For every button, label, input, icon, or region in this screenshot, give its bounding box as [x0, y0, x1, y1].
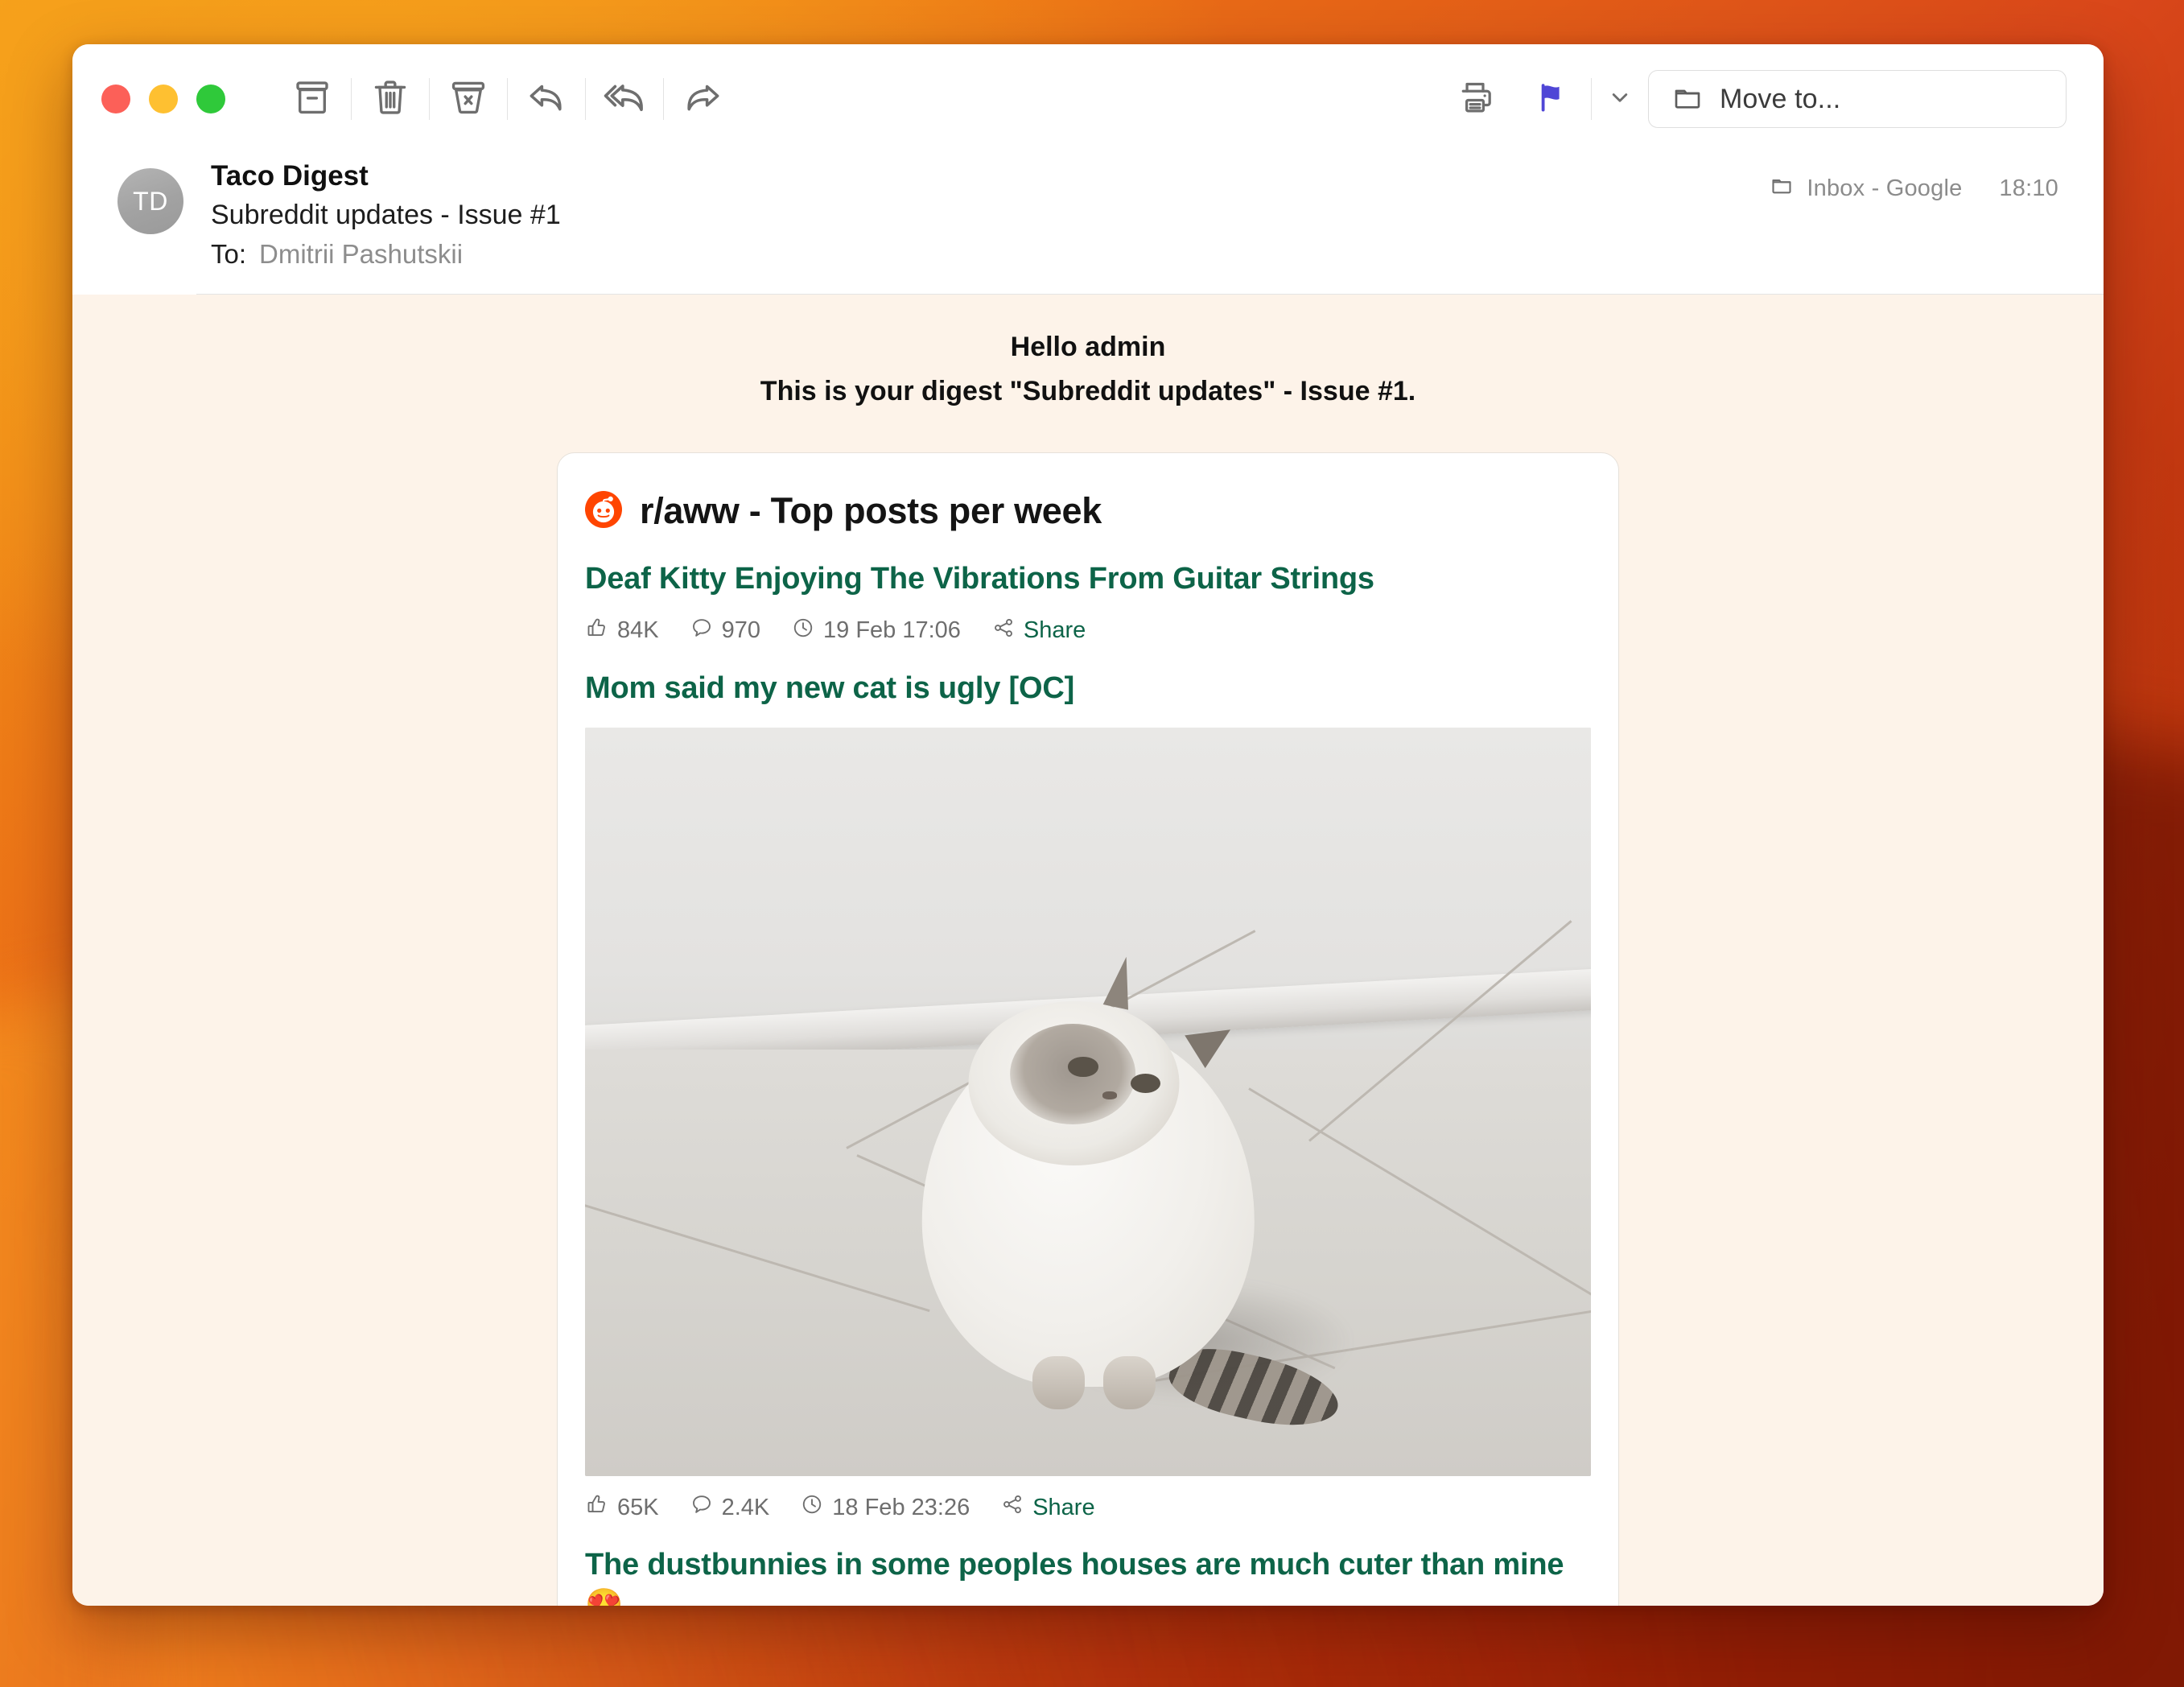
- comments-count: 970: [721, 617, 760, 644]
- mail-window: Move to... TD Taco Digest Subreddit upda…: [72, 44, 2104, 1606]
- comments-count: 2.4K: [721, 1494, 770, 1520]
- folder-icon: [1671, 81, 1704, 118]
- flag-icon: [1533, 78, 1572, 121]
- reply-all-button[interactable]: [586, 60, 663, 138]
- clock-icon: [791, 616, 815, 646]
- clock-icon: [800, 1492, 824, 1523]
- upvotes-count: 84K: [617, 617, 659, 644]
- message-subject: Subreddit updates - Issue #1: [211, 199, 561, 230]
- close-button[interactable]: [101, 85, 130, 113]
- archive-button[interactable]: [274, 60, 351, 138]
- window-toolbar: Move to...: [72, 44, 2104, 154]
- minimize-button[interactable]: [149, 85, 178, 113]
- date-meta: 19 Feb 17:06: [791, 616, 961, 646]
- archive-icon: [291, 76, 334, 123]
- digest-intro-text: This is your digest "Subreddit updates" …: [760, 376, 1416, 407]
- recipient-row: To: Dmitrii Pashutskii: [211, 239, 561, 270]
- cat-paw: [1102, 1356, 1156, 1409]
- move-to-label: Move to...: [1720, 83, 1841, 114]
- digest-card: r/aww - Top posts per week Deaf Kitty En…: [557, 452, 1619, 1606]
- share-icon: [1000, 1492, 1024, 1523]
- date-meta: 18 Feb 23:26: [800, 1492, 970, 1523]
- post-title-link[interactable]: Mom said my new cat is ugly [OC]: [585, 669, 1591, 708]
- greeting-block: Hello admin This is your digest "Subredd…: [72, 327, 2104, 412]
- cat-eye: [1130, 1073, 1160, 1094]
- cat-photo-illustration: [585, 728, 1591, 1477]
- upvotes-count: 65K: [617, 1494, 659, 1520]
- delete-button[interactable]: [352, 60, 429, 138]
- email-body: Hello admin This is your digest "Subredd…: [72, 295, 2104, 1606]
- mailbox-folder-icon: [1770, 173, 1794, 204]
- recipient-label: To:: [211, 238, 247, 269]
- message-time: 18:10: [1999, 175, 2058, 201]
- subreddit-title: r/aww - Top posts per week: [640, 490, 1102, 532]
- flag-menu-button[interactable]: [1592, 67, 1648, 131]
- comment-icon: [690, 616, 714, 646]
- move-to-button[interactable]: Move to...: [1648, 70, 2067, 128]
- junk-icon: [447, 76, 490, 123]
- reply-button[interactable]: [508, 60, 585, 138]
- mailbox-meta: Inbox - Google 18:10: [1770, 173, 2058, 204]
- sender-name: Taco Digest: [211, 160, 369, 192]
- post-item: Deaf Kitty Enjoying The Vibrations From …: [585, 537, 1591, 646]
- subreddit-heading: r/aww - Top posts per week: [585, 490, 1591, 537]
- post-image[interactable]: [585, 728, 1591, 1477]
- share-label[interactable]: Share: [1032, 1495, 1094, 1521]
- post-date: 18 Feb 23:26: [832, 1494, 970, 1520]
- greeting-text: Hello admin: [1010, 332, 1166, 363]
- share-meta[interactable]: Share: [1000, 1492, 1095, 1523]
- post-date: 19 Feb 17:06: [823, 617, 961, 644]
- post-title-link[interactable]: The dustbunnies in some peoples houses a…: [585, 1545, 1591, 1606]
- reply-all-icon: [601, 74, 648, 125]
- message-header: TD Taco Digest Subreddit updates - Issue…: [72, 154, 2104, 294]
- share-icon: [991, 616, 1016, 646]
- desktop-wallpaper: Move to... TD Taco Digest Subreddit upda…: [0, 0, 2184, 1687]
- forward-button[interactable]: [664, 60, 741, 138]
- cat-eye: [1068, 1057, 1098, 1077]
- reply-icon: [524, 75, 569, 124]
- comments-meta: 970: [690, 616, 760, 646]
- post-meta: 65K 2.4K 18 Feb 23:26 Share: [585, 1492, 1591, 1523]
- forward-icon: [680, 75, 725, 124]
- comment-icon: [690, 1492, 714, 1523]
- toolbar-right-group: Move to...: [1436, 60, 2067, 138]
- thumbs-up-icon: [585, 1492, 609, 1523]
- junk-button[interactable]: [430, 60, 507, 138]
- print-button[interactable]: [1436, 60, 1514, 138]
- post-item: Mom said my new cat is ugly [OC] 65K 2.4…: [585, 646, 1591, 1523]
- avatar: TD: [117, 168, 183, 234]
- cat-paw: [1032, 1356, 1086, 1409]
- flag-button[interactable]: [1514, 60, 1591, 138]
- share-label[interactable]: Share: [1024, 617, 1086, 644]
- maximize-button[interactable]: [196, 85, 225, 113]
- post-meta: 84K 970 19 Feb 17:06 Share: [585, 616, 1591, 646]
- comments-meta: 2.4K: [690, 1492, 770, 1523]
- post-item: The dustbunnies in some peoples houses a…: [585, 1523, 1591, 1606]
- reddit-logo-icon: [585, 490, 622, 532]
- print-icon: [1454, 76, 1496, 122]
- upvotes-meta: 65K: [585, 1492, 659, 1523]
- trash-icon: [369, 76, 412, 123]
- sender-block: Taco Digest Subreddit updates - Issue #1…: [211, 159, 561, 270]
- toolbar-actions: [274, 60, 741, 138]
- upvotes-meta: 84K: [585, 616, 659, 646]
- traffic-lights: [101, 85, 225, 113]
- share-meta[interactable]: Share: [991, 616, 1086, 646]
- thumbs-up-icon: [585, 616, 609, 646]
- recipient-name[interactable]: Dmitrii Pashutskii: [259, 239, 463, 270]
- cat-nose: [1102, 1091, 1118, 1100]
- post-title-link[interactable]: Deaf Kitty Enjoying The Vibrations From …: [585, 559, 1591, 599]
- chevron-down-icon: [1606, 84, 1634, 115]
- mailbox-name: Inbox - Google: [1807, 175, 1963, 201]
